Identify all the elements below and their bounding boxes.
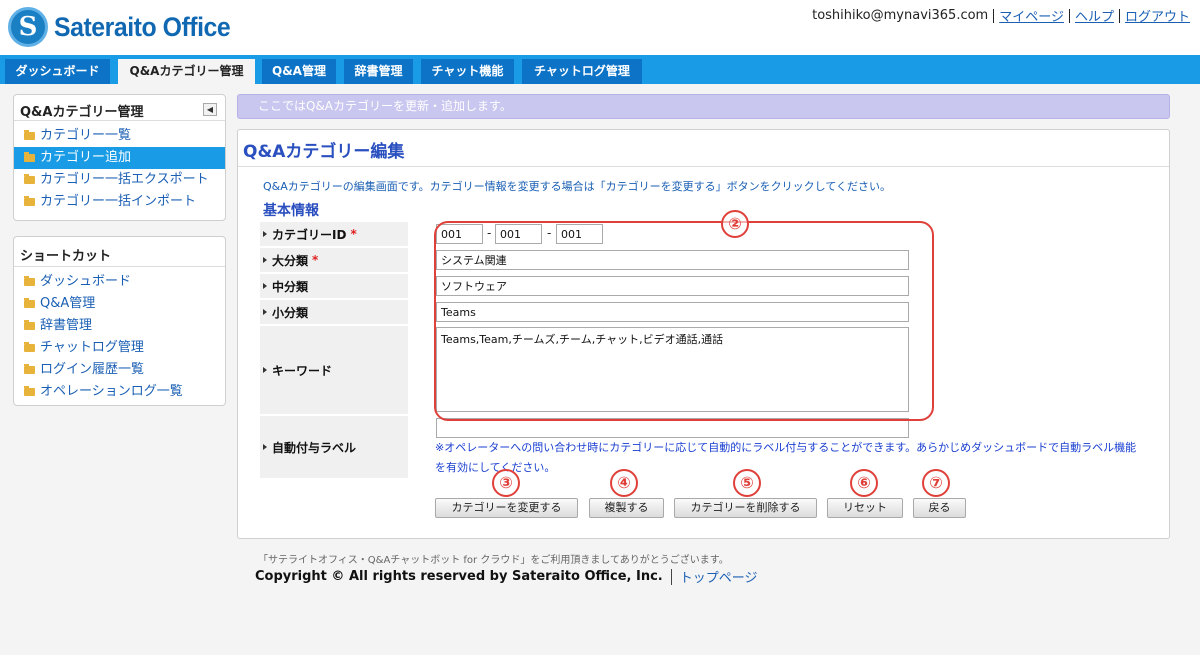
auto-label-input[interactable] [436, 418, 909, 438]
shortcut-dictionary[interactable]: 辞書管理 [14, 315, 225, 337]
annotation-3: ③ [492, 469, 520, 497]
top-page-link[interactable]: トップページ [680, 567, 758, 586]
header: S Sateraito Office toshihiko@mynavi365.c… [0, 0, 1200, 55]
sidebar-shortcuts-title: ショートカット [14, 237, 225, 267]
sidebar-item-category-import[interactable]: カテゴリー一括インポート [14, 191, 225, 213]
help-link[interactable]: ヘルプ [1075, 6, 1114, 25]
duplicate-button[interactable]: 複製する [589, 498, 664, 518]
user-email: toshihiko@mynavi365.com [812, 8, 989, 23]
auto-label-note: ※オペレーターへの問い合わせ時にカテゴリーに応じて自動的にラベル付与することがで… [435, 441, 1137, 474]
shortcut-operation-log[interactable]: オペレーションログ一覧 [14, 381, 225, 403]
folder-icon [24, 276, 35, 286]
folder-icon [24, 342, 35, 352]
folder-icon [24, 386, 35, 396]
footer-thanks: 「サテライトオフィス・Q&Aチャットボット for クラウド」をご利用頂きまして… [258, 555, 729, 566]
sidebar-shortcuts: ショートカット ダッシュボード Q&A管理 辞書管理 チャットログ管理 ログイン… [13, 236, 226, 406]
auto-label-label: 自動付与ラベル [260, 416, 408, 478]
logo[interactable]: S Sateraito Office [8, 7, 246, 47]
sidebar-item-category-export[interactable]: カテゴリー一括エクスポート [14, 169, 225, 191]
bullet-arrow-icon [263, 283, 267, 289]
sidebar-item-category-add[interactable]: カテゴリー追加 [14, 147, 225, 169]
folder-icon [24, 298, 35, 308]
reset-button[interactable]: リセット [827, 498, 903, 518]
folder-icon [24, 320, 35, 330]
info-bar: ここではQ&Aカテゴリーを更新・追加します。 [237, 94, 1170, 119]
page-title: Q&Aカテゴリー編集 [243, 142, 405, 162]
shortcut-dashboard[interactable]: ダッシュボード [14, 271, 225, 293]
bullet-arrow-icon [263, 444, 267, 450]
annotation-2: ② [721, 210, 749, 238]
tab-bar: ダッシュボード Q&Aカテゴリー管理 Q&A管理 辞書管理 チャット機能 チャッ… [0, 55, 1200, 84]
folder-icon [24, 174, 35, 184]
logo-mark-icon: S [8, 7, 48, 47]
logo-text: Sateraito Office [54, 11, 231, 42]
tab-chat[interactable]: チャット機能 [421, 59, 514, 84]
delete-category-button[interactable]: カテゴリーを削除する [674, 498, 817, 518]
bullet-arrow-icon [263, 257, 267, 263]
folder-open-icon [24, 152, 35, 162]
mypage-link[interactable]: マイページ [999, 6, 1064, 25]
folder-icon [24, 364, 35, 374]
user-bar: toshihiko@mynavi365.com マイページ ヘルプ ログアウト [812, 6, 1190, 25]
folder-icon [24, 196, 35, 206]
shortcut-qa[interactable]: Q&A管理 [14, 293, 225, 315]
annotation-highlight-box [434, 221, 934, 421]
annotation-6: ⑥ [850, 469, 878, 497]
sidebar-title: Q&Aカテゴリー管理 [14, 95, 225, 121]
back-button[interactable]: 戻る [913, 498, 966, 518]
tab-chatlog[interactable]: チャットログ管理 [522, 59, 642, 84]
panel-description: Q&Aカテゴリーの編集画面です。カテゴリー情報を変更する場合は「カテゴリーを変更… [263, 180, 891, 193]
sidebar-category-menu: Q&Aカテゴリー管理 ◀ カテゴリー一覧 カテゴリー追加 カテゴリー一括エクスポ… [13, 94, 226, 221]
change-category-button[interactable]: カテゴリーを変更する [435, 498, 578, 518]
minor-category-label: 小分類 [260, 300, 408, 324]
tab-dashboard[interactable]: ダッシュボード [5, 59, 110, 84]
section-title: 基本情報 [263, 203, 319, 219]
footer-copyright: Copyright © All rights reserved by Sater… [255, 567, 758, 586]
collapse-sidebar-icon[interactable]: ◀ [203, 103, 217, 116]
major-category-label: 大分類 * [260, 248, 408, 272]
bullet-arrow-icon [263, 231, 267, 237]
logout-link[interactable]: ログアウト [1125, 6, 1190, 25]
shortcut-chatlog[interactable]: チャットログ管理 [14, 337, 225, 359]
edit-panel: Q&Aカテゴリー編集 Q&Aカテゴリーの編集画面です。カテゴリー情報を変更する場… [237, 129, 1170, 539]
bullet-arrow-icon [263, 367, 267, 373]
tab-qa[interactable]: Q&A管理 [262, 59, 336, 84]
bullet-arrow-icon [263, 309, 267, 315]
annotation-4: ④ [610, 469, 638, 497]
annotation-7: ⑦ [922, 469, 950, 497]
annotation-5: ⑤ [733, 469, 761, 497]
category-id-label: カテゴリーID * [260, 222, 408, 246]
folder-icon [24, 130, 35, 140]
tab-dictionary[interactable]: 辞書管理 [344, 59, 413, 84]
shortcut-login-history[interactable]: ログイン履歴一覧 [14, 359, 225, 381]
sidebar-item-category-list[interactable]: カテゴリー一覧 [14, 125, 225, 147]
tab-qa-category[interactable]: Q&Aカテゴリー管理 [118, 59, 255, 84]
keyword-label: キーワード [260, 326, 408, 414]
middle-category-label: 中分類 [260, 274, 408, 298]
